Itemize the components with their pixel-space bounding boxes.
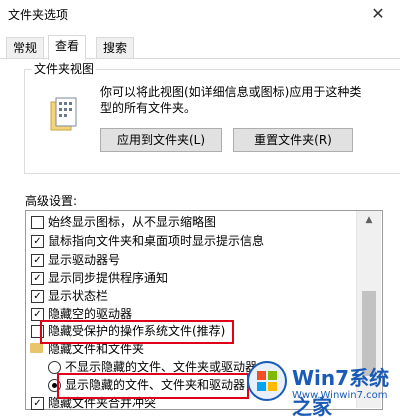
tab-search[interactable]: 搜索 <box>96 37 135 58</box>
watermark: Win7系统之家 Www.Winwin7.com <box>246 360 400 419</box>
tab-view[interactable]: 查看 <box>48 35 87 60</box>
list-item-label: 不显示隐藏的文件、文件夹或驱动器 <box>65 360 258 374</box>
watermark-url: Www.Winwin7.com <box>292 390 388 401</box>
folder-views-description: 你可以将此视图(如详细信息或图标)应用于这种类型的所有文件夹。 <box>100 85 362 115</box>
scroll-up-icon[interactable]: ▲ <box>357 211 381 229</box>
advanced-settings-label: 高级设置: <box>25 194 78 208</box>
windows-logo-icon <box>247 361 287 401</box>
highlight-box <box>57 373 249 399</box>
reset-folders-button[interactable]: 重置文件夹(R) <box>233 128 353 152</box>
close-icon[interactable]: ✕ <box>356 0 400 30</box>
list-item-label: 鼠标指向文件夹和桌面项时显示提示信息 <box>48 234 265 248</box>
list-item-label: 隐藏空的驱动器 <box>48 307 133 321</box>
list-item-label: 隐藏文件和文件夹 <box>48 342 145 356</box>
tab-general[interactable]: 常规 <box>6 37 45 58</box>
title-bar: 文件夹选项 ✕ <box>0 0 400 30</box>
list-item-label: 显示驱动器号 <box>48 253 121 267</box>
checkbox[interactable] <box>31 216 44 229</box>
checkbox[interactable]: ✓ <box>31 272 44 285</box>
list-item[interactable]: ✓ 鼠标指向文件夹和桌面项时显示提示信息 <box>31 232 265 250</box>
checkbox[interactable]: ✓ <box>31 290 44 303</box>
folder-views-group-label: 文件夹视图 <box>32 60 97 77</box>
checkbox[interactable]: ✓ <box>31 254 44 267</box>
folder-icon <box>30 343 43 353</box>
list-item[interactable]: ✓ 显示状态栏 <box>31 287 109 305</box>
tab-strip: 常规 查看 搜索 <box>0 35 400 60</box>
list-item[interactable]: ✓ 显示同步提供程序通知 <box>31 269 169 287</box>
checkbox[interactable]: ✓ <box>31 235 44 248</box>
list-item[interactable]: ✓ 显示驱动器号 <box>31 251 121 269</box>
highlight-box <box>40 320 234 344</box>
checkbox[interactable]: ✓ <box>31 397 44 410</box>
list-item-label: 始终显示图标，从不显示缩略图 <box>48 215 217 229</box>
list-item-label: 显示状态栏 <box>48 289 109 303</box>
list-item[interactable]: 始终显示图标，从不显示缩略图 <box>31 213 217 231</box>
list-item-label: 显示同步提供程序通知 <box>48 271 169 285</box>
folder-view-icon <box>50 97 77 131</box>
apply-to-folders-button[interactable]: 应用到文件夹(L) <box>100 128 222 152</box>
window-title: 文件夹选项 <box>8 8 69 22</box>
